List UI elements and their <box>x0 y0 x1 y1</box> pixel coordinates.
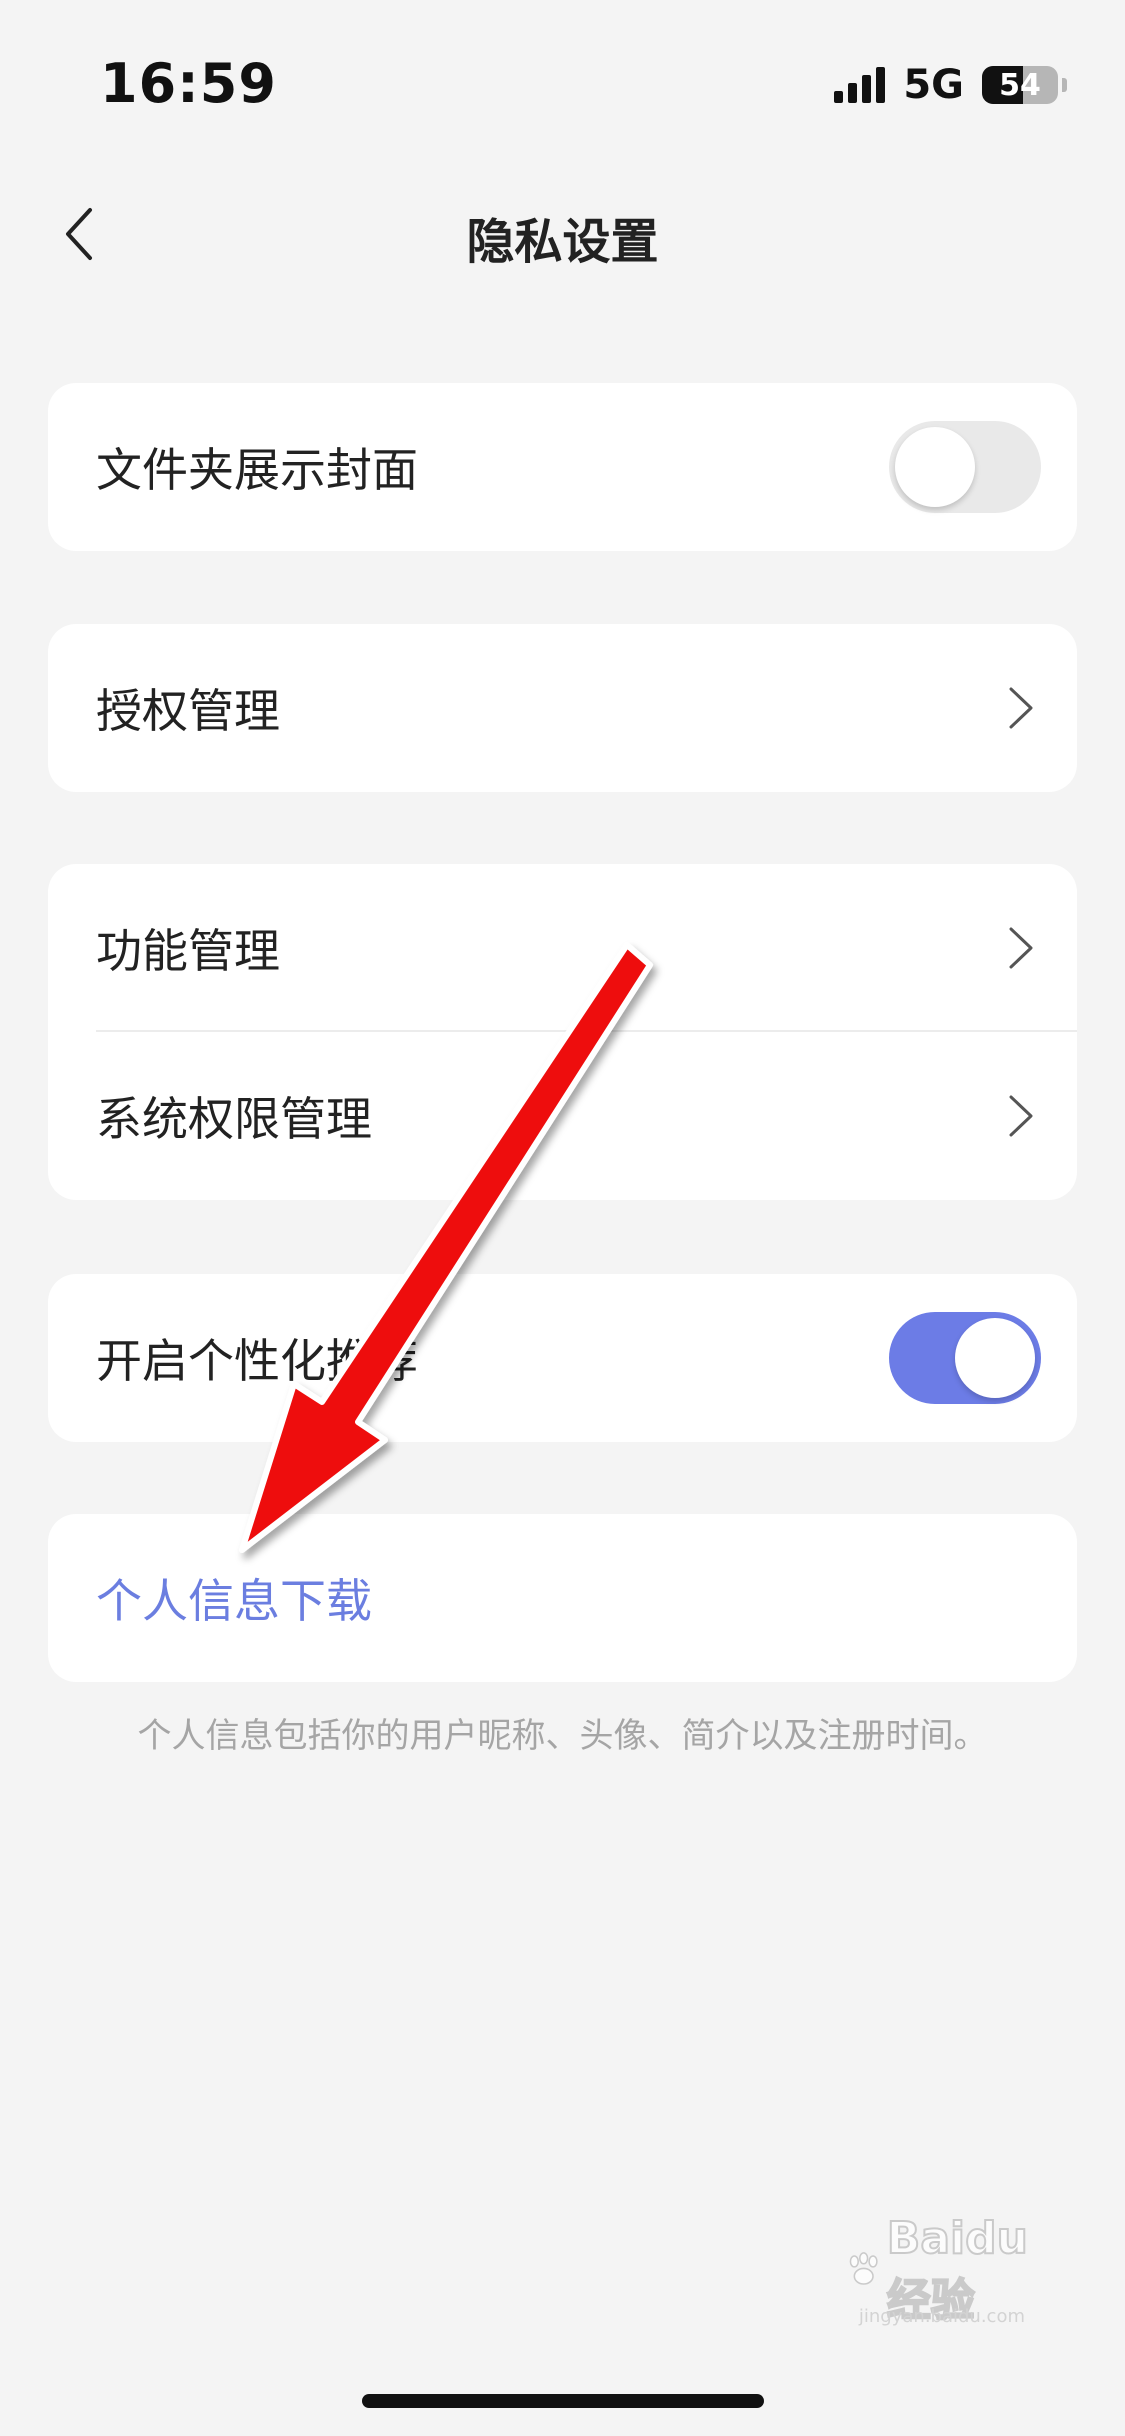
status-bar: 16:59 5G 54 <box>0 0 1125 150</box>
personalized-recommendation-card: 开启个性化推荐 <box>48 1274 1077 1442</box>
watermark-url: jingyan.baidu.com <box>858 2306 1025 2327</box>
personal-info-download-row[interactable]: 个人信息下载 <box>48 1514 1077 1682</box>
battery-cap <box>1062 78 1067 92</box>
folder-cover-row: 文件夹展示封面 <box>48 383 1077 551</box>
status-time: 16:59 <box>100 52 277 115</box>
folder-cover-toggle[interactable] <box>889 421 1041 513</box>
navigation-bar: 隐私设置 <box>0 180 1125 290</box>
status-indicators: 5G 54 <box>834 60 1067 110</box>
home-indicator[interactable] <box>362 2394 764 2408</box>
features-label: 功能管理 <box>96 924 280 978</box>
toggle-knob <box>895 427 975 507</box>
authorization-row[interactable]: 授权管理 <box>48 624 1077 792</box>
personalized-recommendation-toggle[interactable] <box>889 1312 1041 1404</box>
authorization-label: 授权管理 <box>96 684 280 738</box>
system-permissions-label: 系统权限管理 <box>96 1092 372 1146</box>
chevron-right-icon <box>1001 1086 1041 1146</box>
authorization-card: 授权管理 <box>48 624 1077 792</box>
toggle-knob <box>955 1318 1035 1398</box>
baidu-watermark: Baidu经验 jingyan.baidu.com <box>845 2212 1065 2327</box>
features-row[interactable]: 功能管理 <box>48 864 1077 1032</box>
folder-cover-label: 文件夹展示封面 <box>96 443 418 497</box>
network-type: 5G <box>903 62 964 108</box>
chevron-right-icon <box>1001 678 1041 738</box>
paw-logo-icon <box>849 2252 878 2285</box>
personalized-recommendation-label: 开启个性化推荐 <box>96 1334 418 1388</box>
battery-icon: 54 <box>982 66 1058 104</box>
personal-info-download-link[interactable]: 个人信息下载 <box>96 1565 1041 1631</box>
signal-strength-icon <box>834 67 886 103</box>
personal-info-footnote: 个人信息包括你的用户昵称、头像、简介以及注册时间。 <box>137 1716 988 1756</box>
personal-info-download-card: 个人信息下载 <box>48 1514 1077 1682</box>
page-title: 隐私设置 <box>466 214 659 270</box>
folder-cover-card: 文件夹展示封面 <box>48 383 1077 551</box>
personalized-recommendation-row: 开启个性化推荐 <box>48 1274 1077 1442</box>
annotation-arrow <box>239 942 653 1553</box>
chevron-right-icon <box>1001 918 1041 978</box>
system-permissions-row[interactable]: 系统权限管理 <box>48 1032 1077 1200</box>
management-card: 功能管理 系统权限管理 <box>48 864 1077 1200</box>
battery-level: 54 <box>999 67 1041 103</box>
